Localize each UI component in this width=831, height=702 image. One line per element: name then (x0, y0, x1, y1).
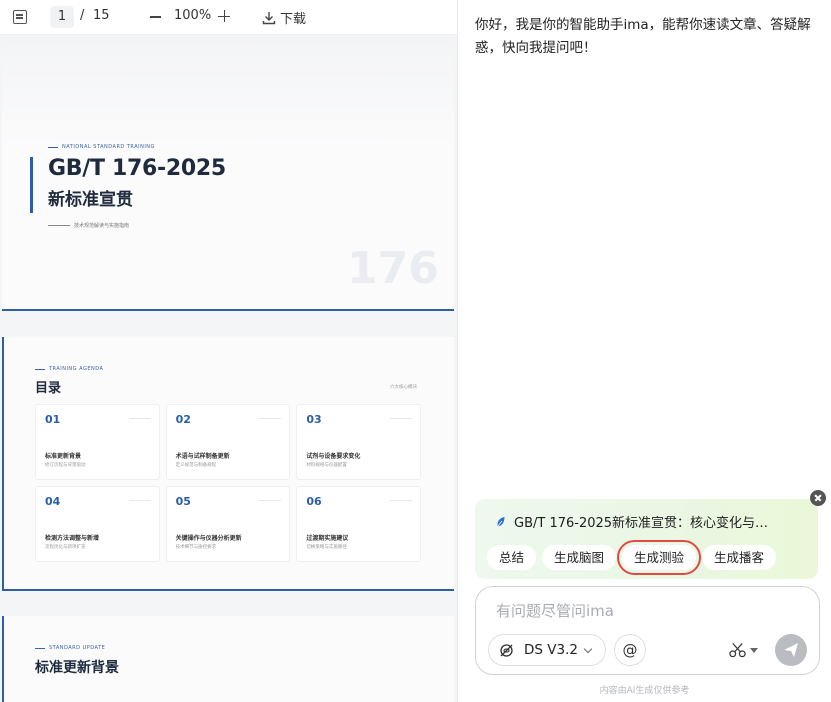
agenda-card: 02 术语与试样制备更新 定义规范与制备规程 (165, 404, 291, 480)
page2-bottom-rule (2, 589, 454, 591)
chat-composer: DS V3.2 @ (475, 586, 820, 675)
zoom-in-icon[interactable] (218, 10, 230, 22)
agenda-card: 05 关键操作与仪器分析更新 技术细节与质控要求 (165, 486, 291, 562)
app-window: 1 / 15 100% 下载 NATIONAL STANDARD TRAININ… (0, 0, 831, 702)
agenda-card-title: 试剂与设备要求变化 (306, 453, 361, 460)
agenda-card-number: 03 (306, 413, 322, 426)
page-number-input[interactable]: 1 (50, 6, 74, 28)
agenda-card-rule (389, 418, 412, 419)
page1-note: 技术规范解读与实施指南 (48, 222, 129, 229)
agenda-grid: 01 标准更新背景 修订历程与背景驱动 02 术语与试样制备更新 定义规范与制备… (35, 404, 421, 562)
assistant-panel: 你好，我是你的智能助手ima，能帮你速读文章、答疑解惑，快向我提问吧！ GB/T… (458, 0, 831, 702)
page3-left-rule (2, 616, 4, 702)
model-label: DS V3.2 (524, 642, 578, 658)
page3-title: 标准更新背景 (35, 660, 119, 676)
ai-disclaimer: 内容由AI生成仅供参考 (599, 686, 690, 696)
page3-kicker: STANDARD UPDATE (35, 645, 105, 651)
pdf-page-2: TRAINING AGENDA 目录 六大核心模块 01 标准更新背景 修订历程… (2, 337, 454, 591)
podcast-chip[interactable]: 生成播客 (702, 545, 777, 570)
document-card-header[interactable]: GB/T 176-2025新标准宣贯：核心变化与… (496, 512, 768, 531)
agenda-card-title: 检测方法调整与新增 (45, 535, 100, 542)
agenda-card: 03 试剂与设备要求变化 材料规格与仪器配置 (296, 404, 421, 480)
pdf-page-3: STANDARD UPDATE 标准更新背景 (2, 616, 454, 702)
close-icon[interactable] (810, 490, 826, 506)
sidebar-toggle-icon[interactable] (13, 10, 27, 24)
scissors-icon (729, 642, 746, 658)
agenda-card-desc: 定义规范与制备规程 (175, 463, 217, 468)
agenda-card-rule (389, 500, 412, 501)
pdf-toolbar: 1 / 15 100% 下载 (0, 0, 457, 35)
agenda-card-rule (128, 418, 151, 419)
agenda-card-title: 过渡期实施建议 (306, 535, 349, 542)
agenda-card-title: 标准更新背景 (45, 453, 82, 460)
page2-title: 目录 (35, 381, 62, 396)
agenda-card-rule (128, 500, 151, 501)
send-button[interactable] (775, 634, 807, 666)
total-pages: 15 (93, 8, 110, 23)
agenda-card-rule (259, 500, 282, 501)
assistant-greeting: 你好，我是你的智能助手ima，能帮你速读文章、答疑解惑，快向我提问吧！ (475, 17, 811, 56)
page1-kicker: NATIONAL STANDARD TRAINING (48, 144, 155, 150)
page2-side-note: 六大核心模块 (390, 385, 417, 390)
page1-subtitle: 新标准宣贯 (48, 190, 133, 210)
page1-accent-bar (30, 157, 33, 213)
agenda-card-rule (259, 418, 282, 419)
page1-watermark: 176 (347, 243, 439, 294)
page2-left-rule (2, 337, 4, 591)
agenda-card-title: 关键操作与仪器分析更新 (175, 535, 242, 542)
agenda-card-desc: 修订历程与背景驱动 (45, 463, 86, 468)
download-label: 下载 (280, 12, 307, 27)
page2-kicker: TRAINING AGENDA (35, 366, 103, 372)
agenda-card-number: 02 (175, 413, 191, 426)
agenda-card: 01 标准更新背景 修订历程与背景驱动 (35, 404, 160, 480)
chat-input[interactable] (496, 602, 796, 620)
download-icon (262, 11, 276, 24)
agenda-card-number: 06 (306, 495, 322, 508)
agenda-card-title: 术语与试样制备更新 (175, 453, 230, 460)
agenda-card: 06 过渡期实施建议 切换策略与实施路径 (296, 486, 421, 562)
mindmap-chip[interactable]: 生成脑图 (542, 545, 617, 570)
quiz-chip[interactable]: 生成测验 (617, 540, 702, 575)
model-selector[interactable]: DS V3.2 (488, 634, 606, 666)
dropdown-caret-icon (750, 647, 758, 653)
zoom-level[interactable]: 100% (174, 8, 211, 23)
agenda-card-number: 04 (45, 495, 61, 508)
document-card[interactable]: GB/T 176-2025新标准宣贯：核心变化与… 总结 生成脑图 生成测验 生… (475, 499, 818, 579)
document-title: GB/T 176-2025新标准宣贯：核心变化与… (514, 516, 769, 531)
deep-think-off-icon (500, 643, 513, 657)
pdf-page-1: NATIONAL STANDARD TRAINING GB/T 176-2025… (2, 35, 454, 311)
zoom-out-icon[interactable] (150, 16, 161, 18)
summary-chip[interactable]: 总结 (487, 545, 537, 570)
agenda-card-number: 05 (175, 495, 191, 508)
agenda-card-number: 01 (45, 413, 61, 426)
pdf-viewer[interactable]: 1 / 15 100% 下载 NATIONAL STANDARD TRAININ… (0, 0, 458, 702)
agenda-card-desc: 切换策略与实施路径 (306, 545, 347, 550)
page1-bottom-rule (2, 309, 454, 311)
quick-actions: 总结 生成脑图 生成测验 生成播客 (487, 540, 777, 575)
agenda-card-desc: 技术细节与质控要求 (175, 545, 217, 550)
agenda-card-desc: 流程优化与新项扩充 (45, 545, 86, 550)
page-separator: / (80, 8, 85, 23)
leaf-icon (497, 516, 505, 527)
agenda-card-desc: 材料规格与仪器配置 (306, 463, 347, 468)
download-button[interactable]: 下载 (262, 8, 306, 27)
screenshot-button[interactable] (728, 642, 758, 658)
send-icon (784, 643, 798, 657)
agenda-card: 04 检测方法调整与新增 流程优化与新项扩充 (35, 486, 160, 562)
mention-button[interactable]: @ (614, 634, 646, 666)
page1-title: GB/T 176-2025 (48, 156, 226, 181)
chevron-down-icon (583, 644, 593, 653)
pdf-pages[interactable]: NATIONAL STANDARD TRAINING GB/T 176-2025… (0, 35, 457, 702)
